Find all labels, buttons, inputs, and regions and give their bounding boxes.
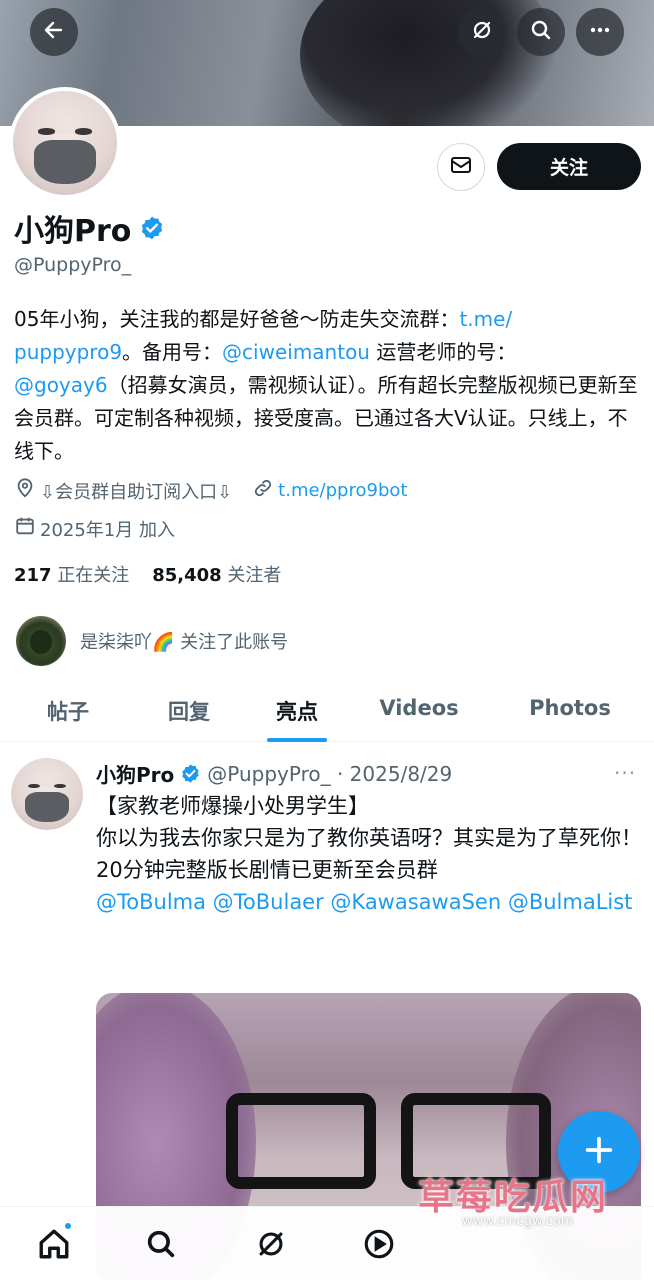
grok-tab[interactable] [254,1227,288,1261]
bio-text: 05年小狗，关注我的都是好爸爸～防走失交流群： [14,307,460,331]
post-avatar[interactable] [11,758,83,830]
grok-button[interactable] [458,8,506,56]
avatar-image [11,758,83,830]
home-tab[interactable] [37,1221,73,1261]
profile-name: 小狗Pro [14,206,165,250]
followers-label: 关注者 [227,565,282,586]
home-icon [37,1229,71,1265]
followed-by-row[interactable]: 是柒柒吖🌈 关注了此账号 [16,616,288,666]
tab-replies[interactable]: 回复 [136,686,242,741]
profile-bio: 05年小狗，关注我的都是好爸爸～防走失交流群：t.me/ puppypro9。备… [14,303,642,468]
post-more-icon[interactable]: ··· [614,761,636,785]
post-line: 你以为我去你家只是为了教你英语呀？其实是为了草死你！ [96,826,642,850]
video-tab[interactable] [362,1227,396,1261]
watermark-url: www.cmcgw.com [462,1214,574,1229]
calendar-icon [14,515,40,542]
search-button[interactable] [517,8,565,56]
search-icon [529,18,553,46]
post-header: 小狗Pro @PuppyPro_ · 2025/8/29 [96,759,452,788]
following-label: 正在关注 [57,565,130,586]
watermark-text: 草莓吃瓜网 [418,1177,609,1218]
bio-text: 。备用号： [122,340,223,364]
post-meta: @PuppyPro_ · 2025/8/29 [207,761,453,786]
joined-row: 2025年1月 加入 [14,515,175,542]
play-circle-icon [362,1229,396,1265]
search-icon [144,1230,178,1265]
plus-icon [582,1133,616,1171]
notification-dot [63,1221,73,1231]
tab-posts[interactable]: 帖子 [0,686,136,741]
profile-location: ⇩会员群自助订阅入口⇩ [40,481,233,503]
follow-button[interactable]: 关注 [497,143,641,190]
verified-badge-icon[interactable] [139,215,165,241]
search-tab[interactable] [144,1227,178,1261]
arrow-left-icon [42,18,66,46]
tab-highlights[interactable]: 亮点 [242,686,352,742]
verified-badge-icon [180,763,201,784]
location-icon [14,477,40,504]
post-mentions[interactable]: @ToBulma @ToBulaer @KawasawaSen @BulmaLi… [96,886,644,918]
post-text: 【家教老师爆操小处男学生】 你以为我去你家只是为了教你英语呀？其实是为了草死你！… [96,790,644,918]
tab-photos[interactable]: Photos [486,686,654,741]
link-icon [252,477,278,504]
joined-date: 2025年1月 加入 [40,519,175,541]
profile-website-link[interactable]: t.me/ppro9bot [278,480,407,501]
grok-icon [254,1232,288,1265]
profile-handle: @PuppyPro_ [14,254,132,276]
bio-text: 运营老师的号： [370,340,517,364]
followed-by-text: 是柒柒吖🌈 关注了此账号 [80,632,289,653]
followers-count: 85,408 [152,565,222,586]
follower-avatar [16,616,66,666]
post-line: 【家教老师爆操小处男学生】 [96,794,369,818]
profile-avatar[interactable] [9,87,121,199]
grok-icon [470,18,494,46]
followers-link[interactable]: 85,408 关注者 [152,565,281,586]
post-author-name[interactable]: 小狗Pro [96,759,174,788]
display-name: 小狗Pro [14,214,132,249]
bio-mention-link[interactable]: @ciweimantou [222,340,370,364]
profile-meta-row: ⇩会员群自助订阅入口⇩ t.me/ppro9bot [14,477,407,504]
bio-text: （招募女演员，需视频认证）。所有超长完整版视频已更新至会员群。可定制各种视频，接… [14,373,638,463]
bio-mention-link[interactable]: @goyay6 [14,373,108,397]
message-button[interactable] [437,143,485,191]
post-line: 20分钟完整版长剧情已更新至会员群 [96,858,438,882]
profile-tabs: 帖子 回复 亮点 Videos Photos [0,686,654,742]
following-link[interactable]: 217 正在关注 [14,565,129,586]
more-button[interactable] [576,8,624,56]
tab-videos[interactable]: Videos [352,686,486,741]
tab-label: 亮点 [276,700,318,724]
active-tab-indicator [267,738,327,742]
tab-label: 回复 [168,700,210,724]
avatar-image [13,91,117,195]
more-icon [588,18,612,46]
follow-stats: 217 正在关注 85,408 关注者 [14,561,281,587]
following-count: 217 [14,565,52,586]
back-button[interactable] [30,8,78,56]
tab-label: 帖子 [47,700,89,724]
mail-icon [449,153,473,181]
tab-label: Videos [379,696,459,720]
tab-label: Photos [529,696,611,720]
